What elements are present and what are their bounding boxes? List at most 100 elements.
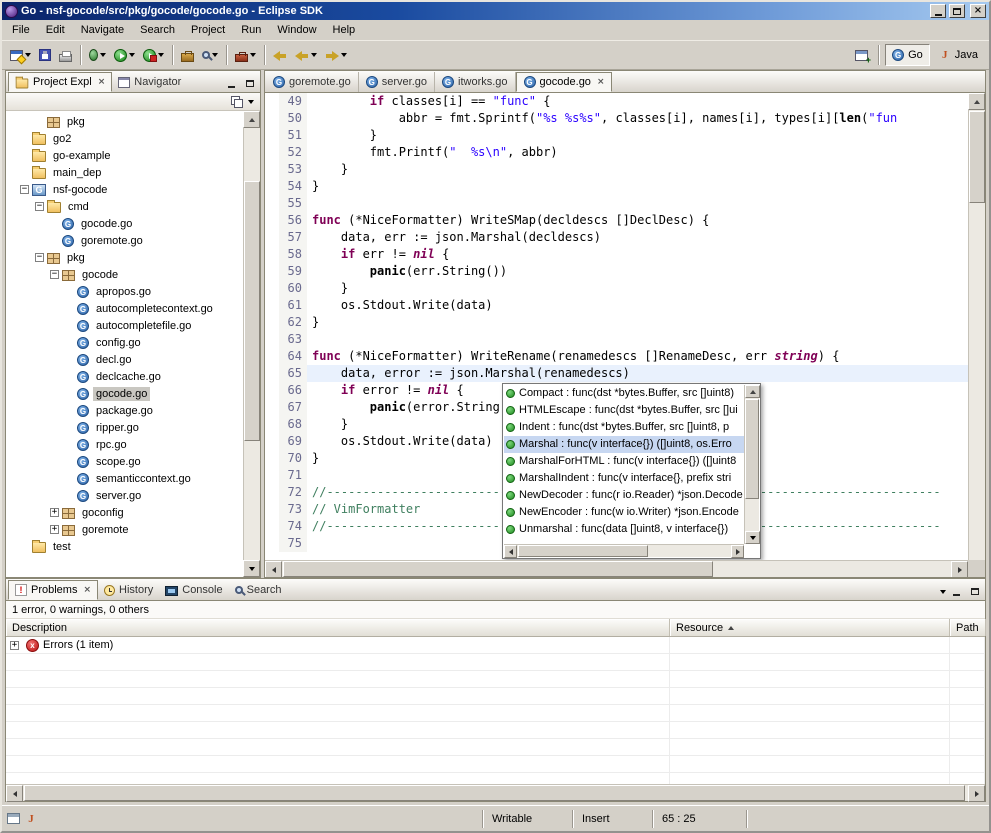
scroll-up-button[interactable] bbox=[243, 111, 260, 128]
dropdown-arrow-icon[interactable] bbox=[100, 53, 106, 57]
last-edit-location-button[interactable] bbox=[269, 43, 291, 67]
menu-navigate[interactable]: Navigate bbox=[73, 22, 132, 38]
fast-view-icon[interactable] bbox=[7, 813, 20, 824]
scrollbar-thumb[interactable] bbox=[518, 545, 648, 557]
code-text[interactable]: } bbox=[307, 161, 968, 178]
editor-tab-goremote.go[interactable]: goremote.go bbox=[266, 72, 359, 92]
tree-item[interactable]: pkg bbox=[6, 113, 243, 130]
assist-item[interactable]: Compact : func(dst *bytes.Buffer, src []… bbox=[504, 385, 744, 402]
java-fast-view-icon[interactable] bbox=[25, 813, 37, 825]
dropdown-arrow-icon[interactable] bbox=[129, 53, 135, 57]
open-perspective-button[interactable] bbox=[851, 43, 872, 67]
expand-expander-icon[interactable]: + bbox=[50, 525, 59, 534]
column-header-path[interactable]: Path bbox=[950, 619, 986, 636]
debug-button[interactable] bbox=[85, 43, 110, 67]
code-text[interactable]: data, err := json.Marshal(decldescs) bbox=[307, 229, 968, 246]
close-button[interactable]: × bbox=[970, 4, 986, 18]
collapse-expander-icon[interactable]: − bbox=[20, 185, 29, 194]
code-text[interactable]: if classes[i] == "func" { bbox=[307, 93, 968, 110]
tab-project-explorer[interactable]: Project Expl × bbox=[8, 72, 112, 92]
search-button[interactable] bbox=[198, 43, 222, 67]
tree-item[interactable]: +goconfig bbox=[6, 504, 243, 521]
problems-horizontal-scrollbar[interactable] bbox=[6, 784, 985, 801]
save-button[interactable] bbox=[35, 43, 55, 67]
tree-item[interactable]: declcache.go bbox=[6, 368, 243, 385]
tree-item[interactable]: autocompletecontext.go bbox=[6, 300, 243, 317]
assist-vertical-scrollbar[interactable] bbox=[744, 385, 759, 544]
expand-expander-icon[interactable]: + bbox=[50, 508, 59, 517]
scrollbar-thumb[interactable] bbox=[24, 785, 965, 801]
minimize-view-button[interactable] bbox=[224, 77, 239, 90]
scrollbar-thumb[interactable] bbox=[969, 111, 985, 203]
code-text[interactable]: func (*NiceFormatter) WriteSMap(decldesc… bbox=[307, 212, 968, 229]
assist-item[interactable]: MarshalIndent : func(v interface{}, pref… bbox=[504, 470, 744, 487]
code-text[interactable]: func (*NiceFormatter) WriteRename(rename… bbox=[307, 348, 968, 365]
code-text[interactable]: panic(err.String()) bbox=[307, 263, 968, 280]
assist-item[interactable]: NewDecoder : func(r io.Reader) *json.Dec… bbox=[504, 487, 744, 504]
scroll-left-button[interactable] bbox=[504, 545, 517, 558]
tree-item[interactable]: package.go bbox=[6, 402, 243, 419]
perspective-java-button[interactable]: Java bbox=[932, 44, 985, 66]
tree-item[interactable]: −nsf-gocode bbox=[6, 181, 243, 198]
dropdown-arrow-icon[interactable] bbox=[25, 53, 31, 57]
scrollbar-thumb[interactable] bbox=[283, 561, 713, 577]
tree-item[interactable]: gocode.go bbox=[6, 385, 243, 402]
close-icon[interactable]: × bbox=[597, 78, 605, 87]
column-header-description[interactable]: Description bbox=[6, 619, 670, 636]
scroll-left-button[interactable] bbox=[6, 785, 23, 802]
forward-button[interactable] bbox=[321, 43, 351, 67]
code-text[interactable] bbox=[307, 195, 968, 212]
collapse-all-icon[interactable] bbox=[231, 96, 242, 107]
assist-item[interactable]: Indent : func(dst *bytes.Buffer, src []u… bbox=[504, 419, 744, 436]
problems-row[interactable]: +Errors (1 item) bbox=[6, 637, 985, 654]
tree-item[interactable]: main_dep bbox=[6, 164, 243, 181]
dropdown-arrow-icon[interactable] bbox=[158, 53, 164, 57]
minimize-view-button[interactable] bbox=[949, 585, 964, 598]
tree-item[interactable]: scope.go bbox=[6, 453, 243, 470]
tree-item[interactable]: −gocode bbox=[6, 266, 243, 283]
maximize-view-button[interactable] bbox=[242, 77, 257, 90]
external-tools-button[interactable] bbox=[231, 43, 260, 67]
code-text[interactable]: } bbox=[307, 178, 968, 195]
menu-run[interactable]: Run bbox=[233, 22, 269, 38]
scroll-right-button[interactable] bbox=[968, 785, 985, 802]
menu-search[interactable]: Search bbox=[132, 22, 183, 38]
assist-item[interactable]: NewEncoder : func(w io.Writer) *json.Enc… bbox=[504, 504, 744, 521]
maximize-button[interactable] bbox=[949, 4, 965, 18]
tree-item[interactable]: gocode.go bbox=[6, 215, 243, 232]
code-text[interactable] bbox=[307, 331, 968, 348]
tree-item[interactable]: goremote.go bbox=[6, 232, 243, 249]
code-text[interactable]: abbr = fmt.Sprintf("%s %s%s", classes[i]… bbox=[307, 110, 968, 127]
close-icon[interactable]: × bbox=[83, 586, 91, 595]
collapse-expander-icon[interactable]: − bbox=[35, 253, 44, 262]
tab-problems[interactable]: Problems× bbox=[8, 580, 98, 600]
maximize-view-button[interactable] bbox=[967, 585, 982, 598]
tree-item[interactable]: decl.go bbox=[6, 351, 243, 368]
scroll-down-button[interactable] bbox=[745, 531, 760, 544]
dropdown-arrow-icon[interactable] bbox=[250, 53, 256, 57]
tree-item[interactable]: ripper.go bbox=[6, 419, 243, 436]
code-text[interactable]: fmt.Printf(" %s\n", abbr) bbox=[307, 144, 968, 161]
editor-vertical-scrollbar[interactable] bbox=[968, 93, 985, 577]
back-button[interactable] bbox=[291, 43, 321, 67]
code-text[interactable]: } bbox=[307, 127, 968, 144]
code-text[interactable]: if err != nil { bbox=[307, 246, 968, 263]
column-header-resource[interactable]: Resource bbox=[670, 619, 950, 636]
code-text[interactable]: } bbox=[307, 314, 968, 331]
assist-item[interactable]: Marshal : func(v interface{}) ([]uint8, … bbox=[504, 436, 744, 453]
titlebar[interactable]: Go - nsf-gocode/src/pkg/gocode/gocode.go… bbox=[2, 2, 989, 20]
minimize-button[interactable] bbox=[930, 4, 946, 18]
tree-item[interactable]: semanticcontext.go bbox=[6, 470, 243, 487]
scrollbar-thumb[interactable] bbox=[745, 399, 759, 499]
tree-item[interactable]: server.go bbox=[6, 487, 243, 504]
collapse-expander-icon[interactable]: − bbox=[35, 202, 44, 211]
tab-search[interactable]: Search bbox=[229, 580, 288, 600]
assist-horizontal-scrollbar[interactable] bbox=[504, 544, 744, 557]
tree-item[interactable]: −pkg bbox=[6, 249, 243, 266]
menu-edit[interactable]: Edit bbox=[38, 22, 73, 38]
assist-item[interactable]: Unmarshal : func(data []uint8, v interfa… bbox=[504, 521, 744, 538]
menu-window[interactable]: Window bbox=[269, 22, 324, 38]
code-text[interactable]: } bbox=[307, 280, 968, 297]
editor-horizontal-scrollbar[interactable] bbox=[265, 560, 968, 577]
tree-item[interactable]: apropos.go bbox=[6, 283, 243, 300]
